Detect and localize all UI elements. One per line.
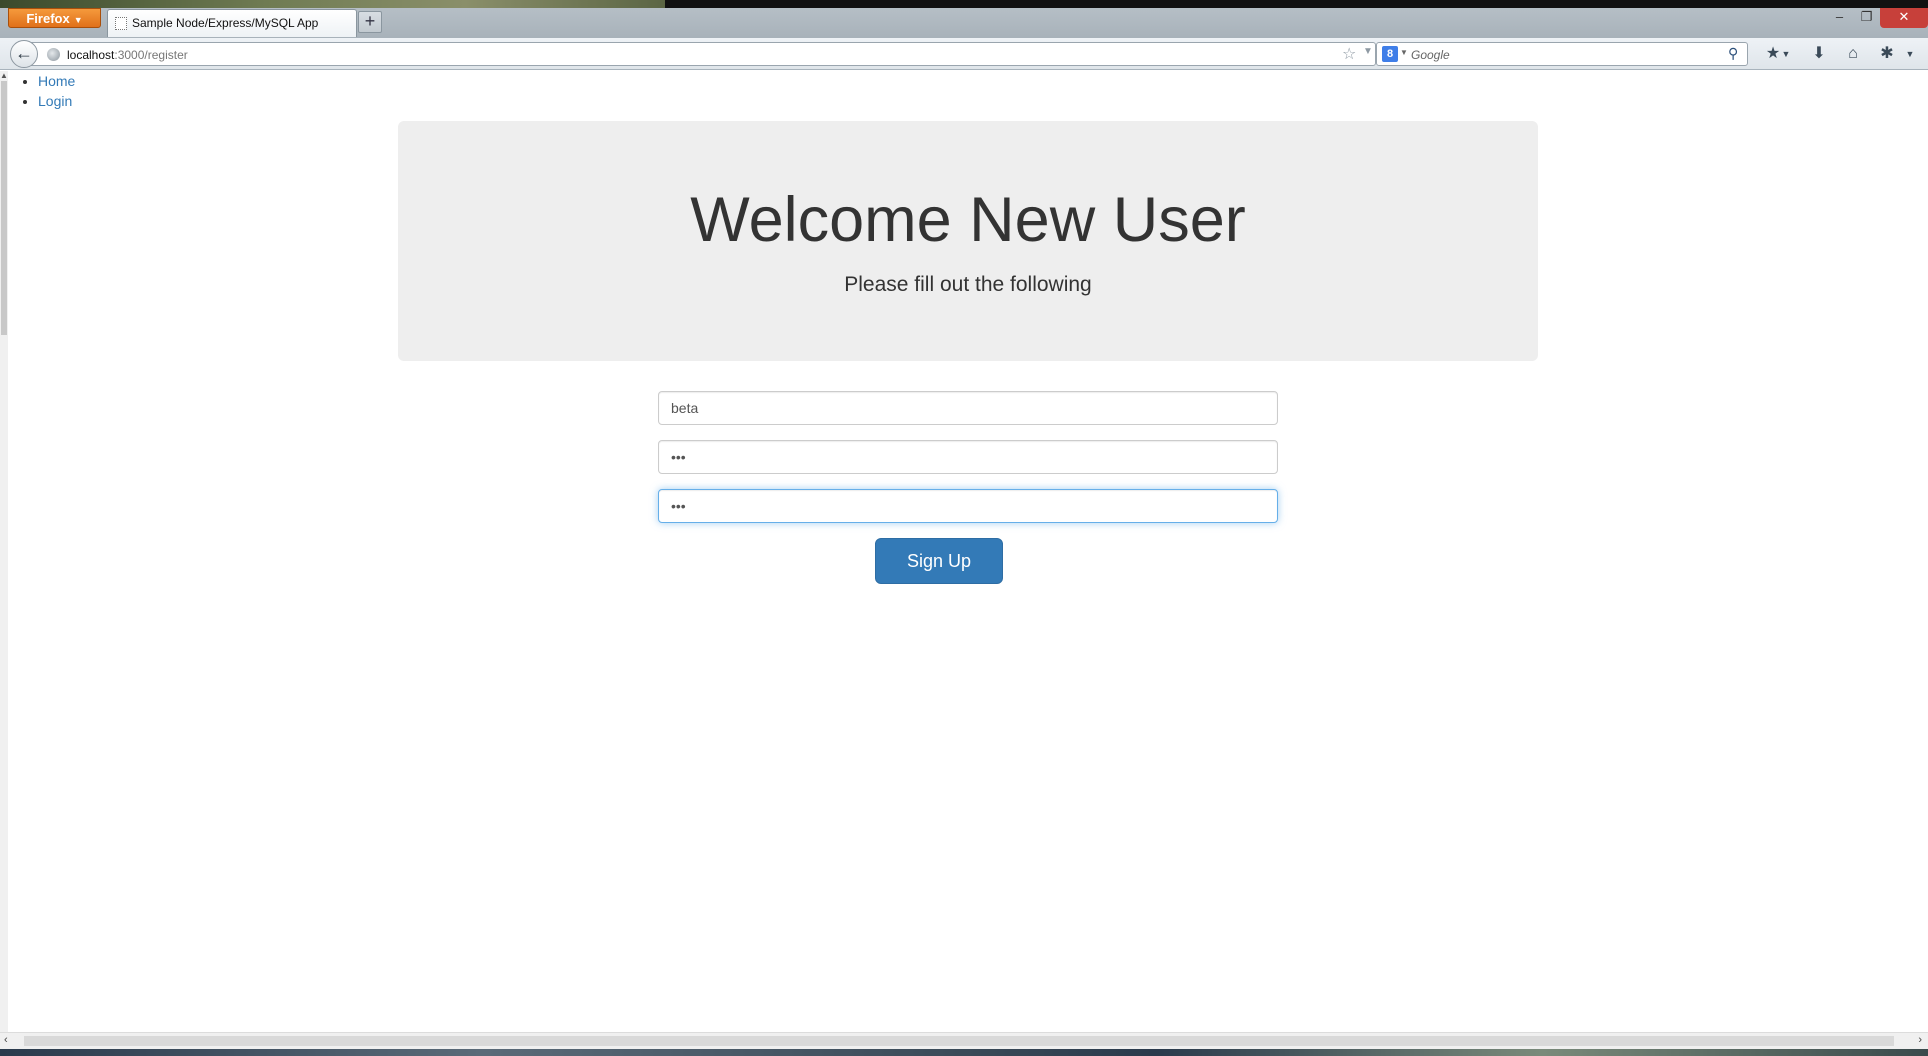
page-viewport: Home Login Welcome New User Please fill … — [8, 71, 1928, 1032]
search-bar[interactable]: 8 ▼ ⚲ — [1376, 42, 1748, 66]
chevron-down-icon[interactable]: ▼ — [1400, 48, 1408, 57]
firefox-menu-label: Firefox — [26, 11, 70, 26]
address-bar[interactable]: localhost:3000/register ☆ ▼ ↻ — [30, 42, 1392, 66]
sign-up-button[interactable]: Sign Up — [875, 538, 1003, 584]
browser-tab[interactable]: Sample Node/Express/MySQL App — [107, 9, 357, 37]
horizontal-scrollbar[interactable]: ‹ › — [0, 1032, 1928, 1049]
scroll-right-icon[interactable]: › — [1918, 1034, 1922, 1046]
chevron-down-icon: ▼ — [73, 15, 83, 25]
nav-item-home: Home — [38, 71, 75, 91]
os-taskbar — [0, 1049, 1928, 1056]
url-path: :3000/register — [114, 48, 188, 62]
minimize-button[interactable]: – — [1826, 8, 1853, 28]
page-nav-list: Home Login — [38, 71, 75, 111]
scroll-left-icon[interactable]: ‹ — [4, 1034, 8, 1046]
window-titlebar: Firefox ▼ Sample Node/Express/MySQL App +… — [0, 0, 1928, 40]
url-host: localhost — [67, 48, 115, 62]
page-title: Welcome New User — [690, 185, 1246, 255]
search-input[interactable] — [1411, 46, 1711, 63]
firefox-menu-button[interactable]: Firefox ▼ — [8, 8, 101, 28]
restore-button[interactable]: ❐ — [1853, 8, 1880, 28]
download-icon[interactable]: ⬇ — [1808, 44, 1830, 64]
login-link[interactable]: Login — [38, 93, 72, 109]
home-icon[interactable]: ⌂ — [1842, 44, 1864, 64]
confirm-password-field[interactable] — [658, 489, 1278, 523]
addon-icon[interactable]: ✱ — [1876, 44, 1898, 64]
magnifier-icon[interactable]: ⚲ — [1728, 45, 1738, 62]
desktop-background-dark — [665, 0, 1928, 8]
page-subtitle: Please fill out the following — [844, 273, 1092, 296]
desktop-background-strip — [0, 0, 665, 8]
nav-item-login: Login — [38, 91, 75, 111]
navigation-toolbar: localhost:3000/register ☆ ▼ ↻ ← 8 ▼ ⚲ ★ … — [0, 38, 1928, 70]
username-field[interactable] — [658, 391, 1278, 425]
google-search-engine-icon[interactable]: 8 — [1382, 46, 1398, 62]
arrow-left-icon: ← — [15, 43, 33, 63]
new-tab-button[interactable]: + — [358, 11, 382, 33]
scrollbar-thumb[interactable] — [1, 81, 7, 335]
close-window-button[interactable]: ✕ — [1880, 8, 1928, 28]
bookmark-star-icon[interactable]: ☆ — [1342, 44, 1356, 64]
minimize-icon: – — [1835, 9, 1844, 24]
page-favicon-icon — [115, 17, 127, 30]
scroll-up-icon[interactable]: ▲ — [0, 71, 8, 80]
site-identity-icon[interactable] — [47, 48, 60, 61]
scrollbar-thumb[interactable] — [24, 1036, 1894, 1046]
chevron-down-icon[interactable]: ▼ — [1904, 44, 1916, 64]
plus-icon: + — [364, 11, 376, 31]
jumbotron: Welcome New User Please fill out the fol… — [398, 121, 1538, 361]
url-text: localhost:3000/register — [67, 48, 188, 62]
password-field[interactable] — [658, 440, 1278, 474]
tab-title: Sample Node/Express/MySQL App — [132, 16, 319, 30]
vertical-scrollbar[interactable]: ▲ — [0, 71, 8, 1032]
restore-icon: ❐ — [1860, 9, 1873, 24]
home-link[interactable]: Home — [38, 73, 75, 89]
chevron-down-icon[interactable]: ▼ — [1780, 44, 1792, 64]
close-icon: ✕ — [1898, 9, 1910, 24]
back-button[interactable]: ← — [10, 40, 38, 68]
history-dropdown-icon[interactable]: ▼ — [1363, 46, 1373, 57]
